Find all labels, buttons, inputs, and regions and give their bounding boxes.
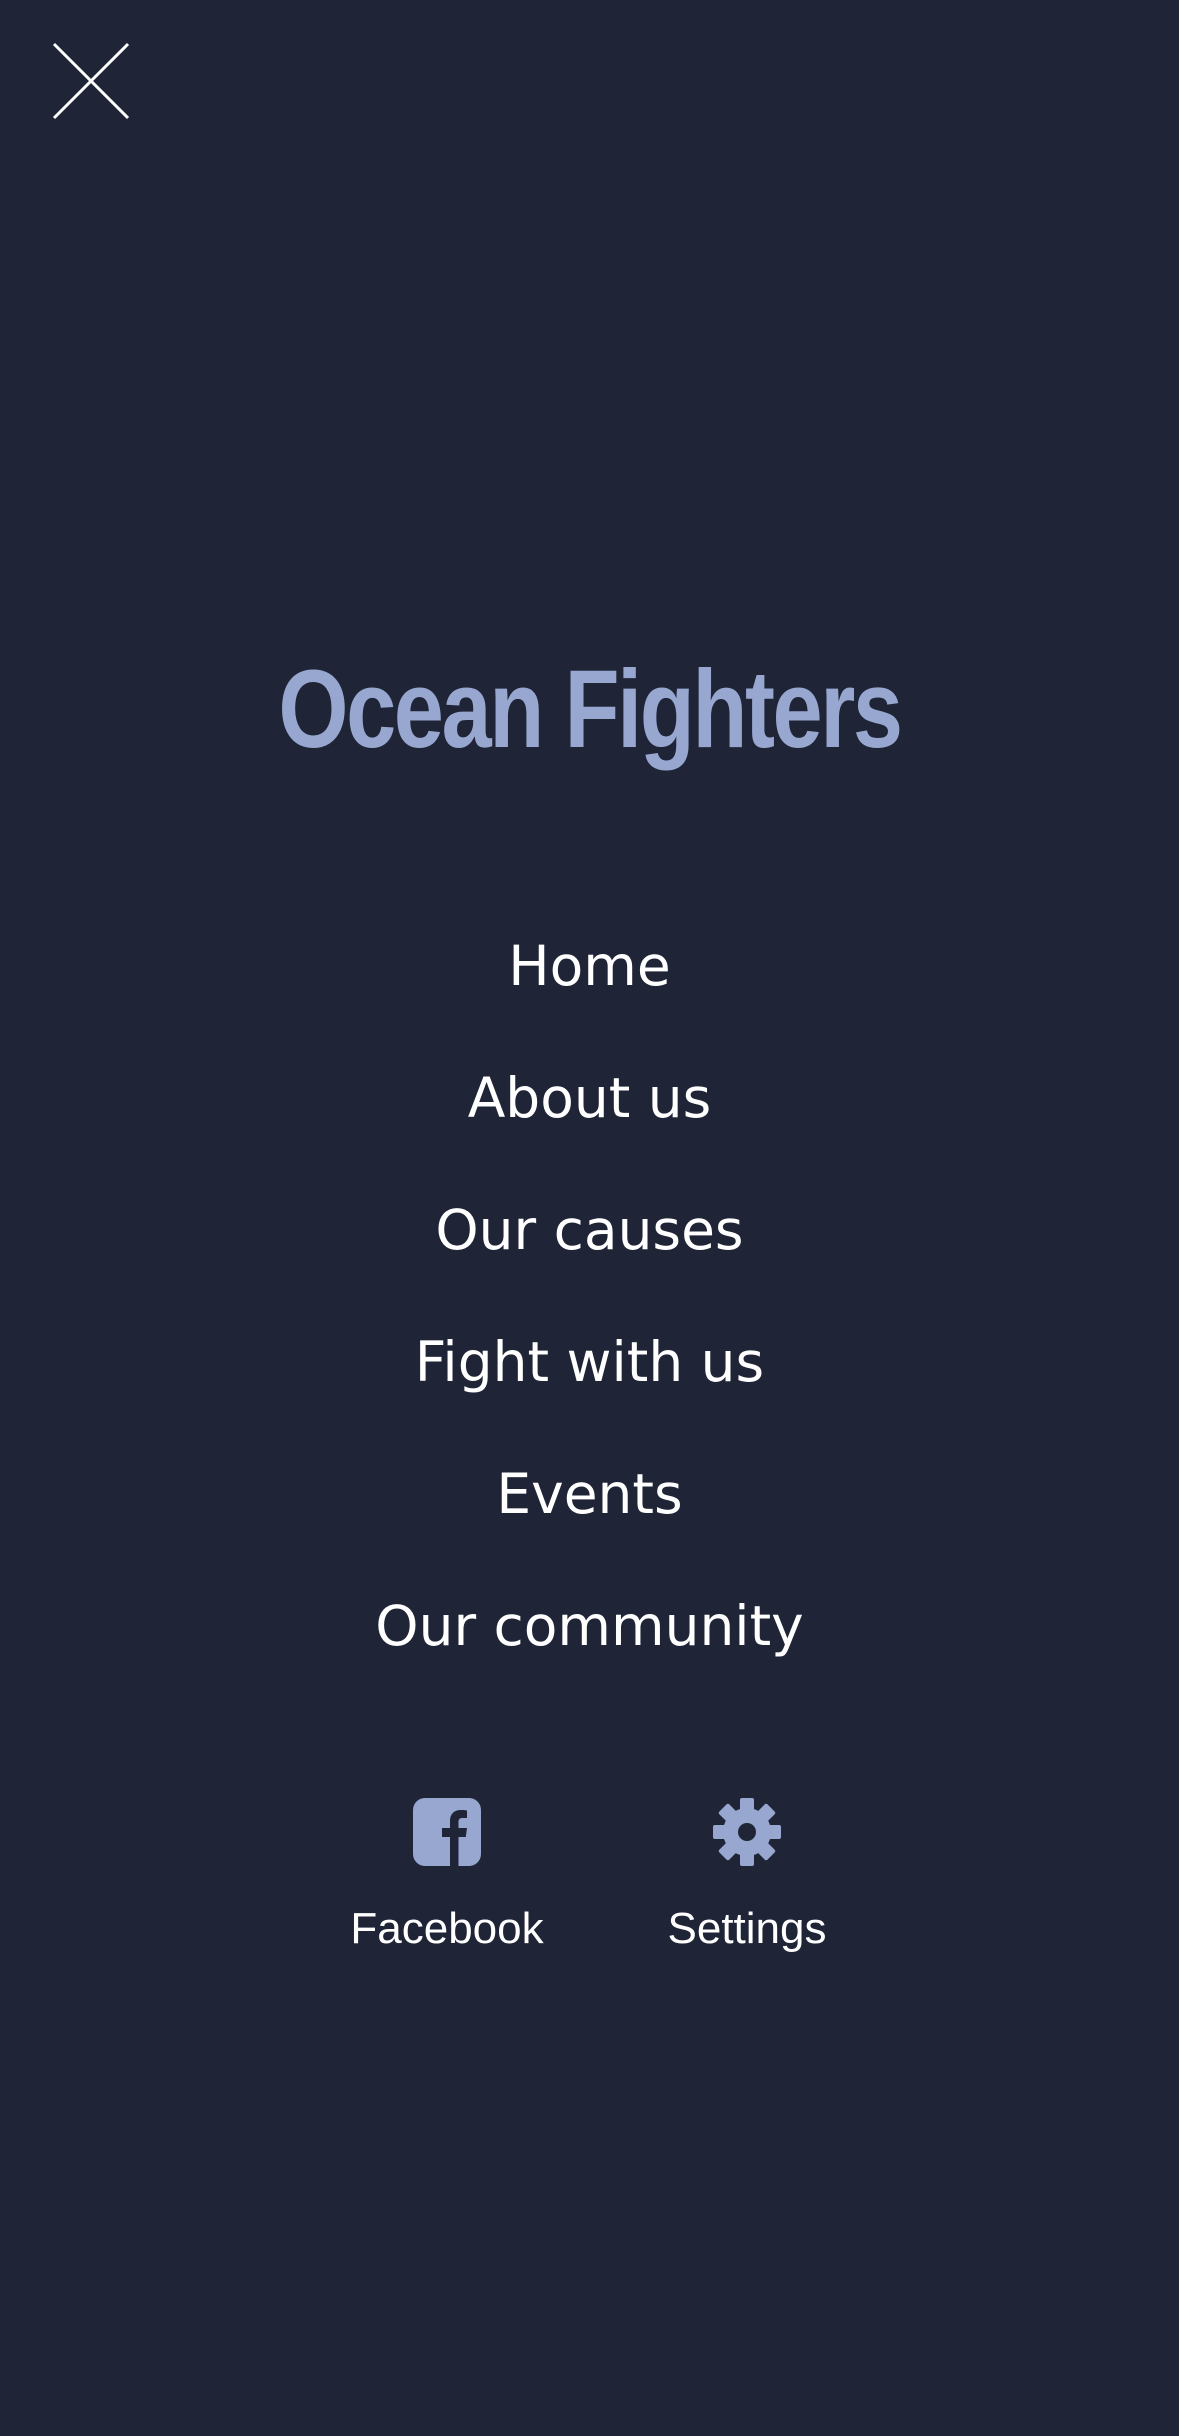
gear-icon: [713, 1798, 781, 1866]
settings-label: Settings: [667, 1904, 827, 1953]
menu-item-events[interactable]: Events: [0, 1446, 1179, 1578]
brand-title: Ocean Fighters: [278, 648, 903, 771]
facebook-link[interactable]: Facebook: [317, 1790, 577, 1956]
settings-link[interactable]: Settings: [617, 1790, 877, 1956]
menu-item-our-causes[interactable]: Our causes: [0, 1182, 1179, 1314]
menu-item-our-community[interactable]: Our community: [0, 1578, 1179, 1710]
menu-item-about-us[interactable]: About us: [0, 1050, 1179, 1182]
facebook-label: Facebook: [350, 1904, 544, 1953]
close-button[interactable]: [50, 40, 132, 122]
menu-item-home[interactable]: Home: [0, 918, 1179, 1050]
facebook-icon: [413, 1798, 481, 1866]
menu-item-fight-with-us[interactable]: Fight with us: [0, 1314, 1179, 1446]
close-icon: [52, 42, 130, 120]
main-menu: Home About us Our causes Fight with us E…: [0, 918, 1179, 1710]
footer-links: Facebook Settings: [0, 1790, 1179, 1990]
